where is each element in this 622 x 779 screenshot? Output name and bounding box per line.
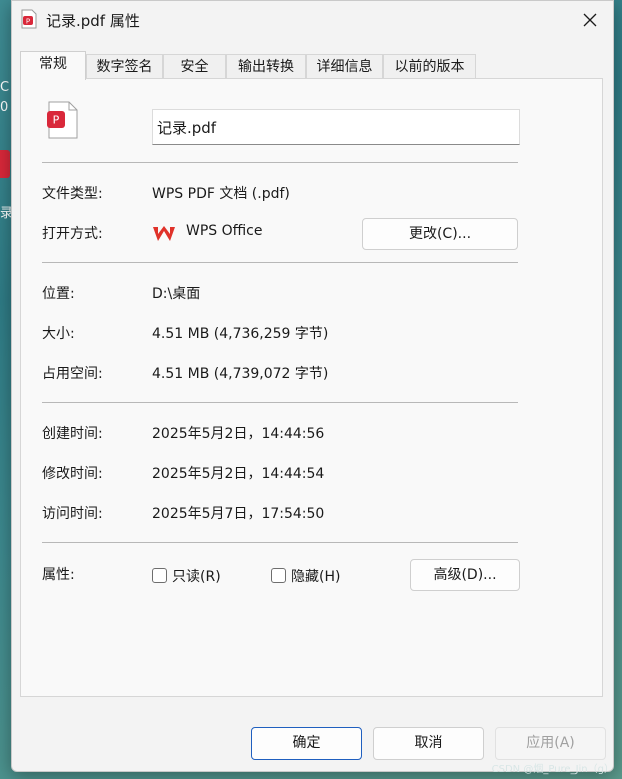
opens-with-value: WPS Office: [186, 223, 263, 239]
size-on-disk-label: 占用空间:: [42, 366, 103, 382]
checkbox-box[interactable]: [152, 568, 167, 583]
wps-office-icon: [153, 226, 175, 241]
svg-text:P: P: [53, 114, 60, 127]
ok-button[interactable]: 确定: [251, 727, 362, 760]
pdf-file-icon: P: [47, 101, 78, 139]
properties-dialog: P 记录.pdf 属性 常规 数字签名 安全 输出转换 详细信息 以前的版本 P…: [11, 0, 614, 772]
created-value: 2025年5月2日，14:44:56: [152, 426, 325, 442]
cancel-button[interactable]: 取消: [373, 727, 484, 760]
size-label: 大小:: [42, 326, 75, 342]
location-value: D:\桌面: [152, 286, 201, 302]
divider: [42, 402, 518, 403]
svg-text:P: P: [26, 18, 30, 26]
opens-with-label: 打开方式:: [42, 226, 103, 242]
apply-button[interactable]: 应用(A): [495, 727, 606, 760]
tab-security[interactable]: 安全: [163, 54, 226, 80]
tab-bar: 常规 数字签名 安全 输出转换 详细信息 以前的版本: [20, 51, 480, 80]
title-bar[interactable]: P 记录.pdf 属性: [12, 1, 613, 39]
tab-digital-signatures[interactable]: 数字签名: [86, 54, 163, 80]
close-icon[interactable]: [575, 5, 605, 35]
tab-output-convert[interactable]: 输出转换: [226, 54, 306, 80]
divider: [42, 162, 518, 163]
tab-previous-versions[interactable]: 以前的版本: [383, 54, 476, 80]
pdf-file-icon: P: [21, 9, 37, 29]
window-title: 记录.pdf 属性: [46, 12, 140, 30]
checkbox-box[interactable]: [271, 568, 286, 583]
divider: [42, 542, 518, 543]
hidden-label[interactable]: 隐藏(H): [291, 566, 340, 586]
size-value: 4.51 MB (4,736,259 字节): [152, 326, 329, 342]
watermark: CSDN @烟_Pure_Jin（g）: [491, 764, 614, 775]
attributes-label: 属性:: [42, 567, 75, 583]
size-on-disk-value: 4.51 MB (4,739,072 字节): [152, 366, 329, 382]
desktop-pdf-icon[interactable]: [0, 150, 10, 178]
divider: [42, 262, 518, 263]
tab-general[interactable]: 常规: [20, 51, 86, 80]
accessed-value: 2025年5月7日，17:54:50: [152, 506, 325, 522]
desktop-text-fragment: 0: [0, 100, 9, 115]
accessed-label: 访问时间:: [42, 506, 103, 522]
change-button[interactable]: 更改(C)...: [362, 218, 518, 250]
general-tab-panel: P 文件类型: WPS PDF 文档 (.pdf) 打开方式: WPS Offi…: [20, 78, 603, 697]
modified-label: 修改时间:: [42, 466, 103, 482]
file-type-label: 文件类型:: [42, 186, 103, 202]
created-label: 创建时间:: [42, 426, 103, 442]
modified-value: 2025年5月2日，14:44:54: [152, 466, 325, 482]
file-name-input[interactable]: [152, 109, 520, 145]
readonly-label[interactable]: 只读(R): [172, 566, 221, 586]
desktop-text-fragment: C: [0, 80, 10, 95]
tab-details[interactable]: 详细信息: [306, 54, 383, 80]
location-label: 位置:: [42, 286, 75, 302]
file-type-value: WPS PDF 文档 (.pdf): [152, 186, 290, 202]
advanced-button[interactable]: 高级(D)...: [410, 559, 520, 591]
